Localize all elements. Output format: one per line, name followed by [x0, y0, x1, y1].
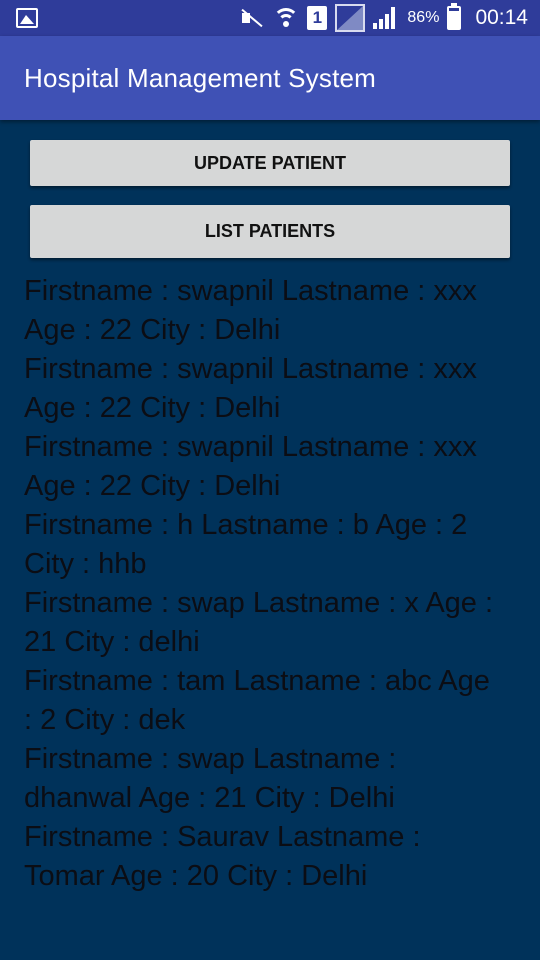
list-patients-button[interactable]: LIST PATIENTS [30, 205, 510, 258]
list-item: Firstname : swapnil Lastname : xxx Age :… [24, 431, 477, 502]
update-patient-button[interactable]: UPDATE PATIENT [30, 140, 510, 186]
patient-list: Firstname : swapnil Lastname : xxx Age :… [24, 272, 494, 896]
list-item: Firstname : swap Lastname : x Age : 21 C… [24, 587, 494, 658]
sim-icon: 1 [307, 6, 328, 30]
list-item: Firstname : swapnil Lastname : xxx Age :… [24, 353, 477, 424]
status-icons: 1 86% 00:14 [239, 0, 528, 36]
app-title: Hospital Management System [24, 62, 377, 93]
signal-bars-icon [373, 7, 399, 29]
battery-icon [447, 3, 462, 30]
mute-icon [239, 7, 265, 29]
list-item: Firstname : tam Lastname : abc Age : 2 C… [24, 665, 490, 736]
wifi-icon [273, 7, 300, 29]
gallery-icon [16, 8, 38, 28]
status-bar: 1 86% 00:14 [0, 0, 540, 36]
signal-icon [335, 4, 366, 32]
list-item: Firstname : h Lastname : b Age : 2 City … [24, 509, 468, 580]
app-bar: Hospital Management System [0, 36, 540, 120]
clock: 00:14 [475, 6, 528, 29]
battery-percent: 86% [407, 9, 440, 26]
list-item: Firstname : Saurav Lastname : Tomar Age … [24, 821, 421, 892]
list-item: Firstname : swap Lastname : dhanwal Age … [24, 743, 397, 814]
list-item: Firstname : swapnil Lastname : xxx Age :… [24, 275, 477, 346]
